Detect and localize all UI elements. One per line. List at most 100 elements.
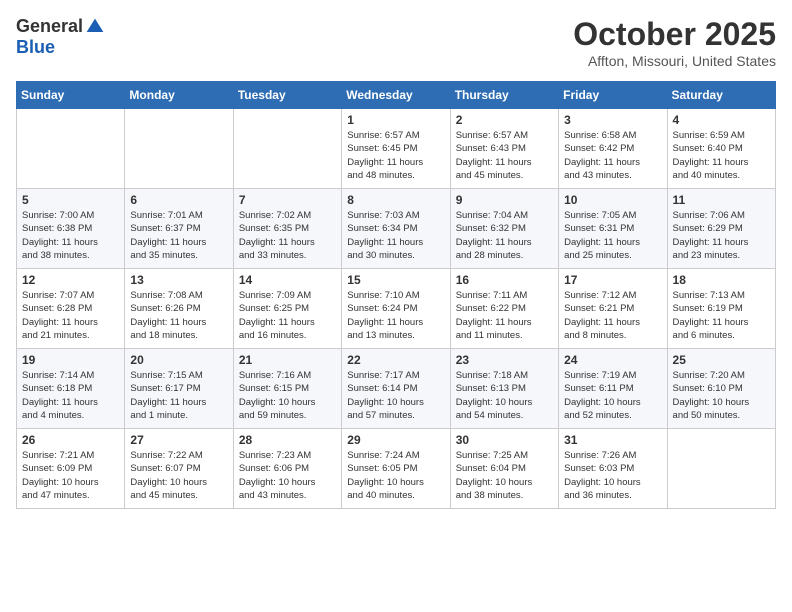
day-number: 17 bbox=[564, 273, 661, 287]
day-info: Sunrise: 7:10 AM Sunset: 6:24 PM Dayligh… bbox=[347, 289, 444, 342]
day-number: 1 bbox=[347, 113, 444, 127]
header-friday: Friday bbox=[559, 82, 667, 109]
table-row: 14 Sunrise: 7:09 AM Sunset: 6:25 PM Dayli… bbox=[233, 269, 341, 349]
day-number: 29 bbox=[347, 433, 444, 447]
day-number: 8 bbox=[347, 193, 444, 207]
day-number: 20 bbox=[130, 353, 227, 367]
month-title: October 2025 bbox=[573, 16, 776, 53]
table-row: 30 Sunrise: 7:25 AM Sunset: 6:04 PM Dayli… bbox=[450, 429, 558, 509]
calendar-week-4: 19Sunrise: 7:14 AM Sunset: 6:18 PM Dayli… bbox=[17, 349, 776, 429]
day-number: 28 bbox=[239, 433, 336, 447]
day-number: 31 bbox=[564, 433, 661, 447]
day-info: Sunrise: 7:04 AM Sunset: 6:32 PM Dayligh… bbox=[456, 209, 553, 262]
day-info: Sunrise: 7:01 AM Sunset: 6:37 PM Dayligh… bbox=[130, 209, 227, 262]
day-info: Sunrise: 7:09 AM Sunset: 6:25 PM Dayligh… bbox=[239, 289, 336, 342]
table-row: 1 Sunrise: 6:57 AM Sunset: 6:45 PM Daylig… bbox=[342, 109, 450, 189]
header-tuesday: Tuesday bbox=[233, 82, 341, 109]
table-row bbox=[125, 109, 233, 189]
day-number: 12 bbox=[22, 273, 119, 287]
calendar-week-3: 12 Sunrise: 7:07 AM Sunset: 6:28 PM Dayli… bbox=[17, 269, 776, 349]
day-info: Sunrise: 7:22 AM Sunset: 6:07 PM Dayligh… bbox=[130, 449, 227, 502]
table-row: 15 Sunrise: 7:10 AM Sunset: 6:24 PM Dayli… bbox=[342, 269, 450, 349]
day-info: Sunrise: 7:03 AM Sunset: 6:34 PM Dayligh… bbox=[347, 209, 444, 262]
day-number: 9 bbox=[456, 193, 553, 207]
header-wednesday: Wednesday bbox=[342, 82, 450, 109]
table-row: 16Sunrise: 7:11 AM Sunset: 6:22 PM Dayli… bbox=[450, 269, 558, 349]
day-info: Sunrise: 7:24 AM Sunset: 6:05 PM Dayligh… bbox=[347, 449, 444, 502]
table-row bbox=[667, 429, 775, 509]
day-number: 30 bbox=[456, 433, 553, 447]
day-number: 3 bbox=[564, 113, 661, 127]
table-row: 8 Sunrise: 7:03 AM Sunset: 6:34 PM Daylig… bbox=[342, 189, 450, 269]
day-number: 19 bbox=[22, 353, 119, 367]
day-number: 2 bbox=[456, 113, 553, 127]
day-info: Sunrise: 6:58 AM Sunset: 6:42 PM Dayligh… bbox=[564, 129, 661, 182]
day-info: Sunrise: 7:15 AM Sunset: 6:17 PM Dayligh… bbox=[130, 369, 227, 422]
logo-blue-text: Blue bbox=[16, 37, 55, 57]
logo: General Blue bbox=[16, 16, 105, 58]
day-info: Sunrise: 7:07 AM Sunset: 6:28 PM Dayligh… bbox=[22, 289, 119, 342]
title-block: October 2025 Affton, Missouri, United St… bbox=[573, 16, 776, 69]
table-row: 13 Sunrise: 7:08 AM Sunset: 6:26 PM Dayli… bbox=[125, 269, 233, 349]
day-info: Sunrise: 7:11 AM Sunset: 6:22 PM Dayligh… bbox=[456, 289, 553, 342]
day-number: 26 bbox=[22, 433, 119, 447]
table-row: 24Sunrise: 7:19 AM Sunset: 6:11 PM Dayli… bbox=[559, 349, 667, 429]
day-number: 13 bbox=[130, 273, 227, 287]
day-info: Sunrise: 7:00 AM Sunset: 6:38 PM Dayligh… bbox=[22, 209, 119, 262]
day-info: Sunrise: 7:23 AM Sunset: 6:06 PM Dayligh… bbox=[239, 449, 336, 502]
day-number: 14 bbox=[239, 273, 336, 287]
header-thursday: Thursday bbox=[450, 82, 558, 109]
calendar-header-row: SundayMondayTuesdayWednesdayThursdayFrid… bbox=[17, 82, 776, 109]
table-row: 18 Sunrise: 7:13 AM Sunset: 6:19 PM Dayli… bbox=[667, 269, 775, 349]
table-row: 4 Sunrise: 6:59 AM Sunset: 6:40 PM Daylig… bbox=[667, 109, 775, 189]
day-info: Sunrise: 6:57 AM Sunset: 6:43 PM Dayligh… bbox=[456, 129, 553, 182]
table-row: 26Sunrise: 7:21 AM Sunset: 6:09 PM Dayli… bbox=[17, 429, 125, 509]
table-row: 9 Sunrise: 7:04 AM Sunset: 6:32 PM Daylig… bbox=[450, 189, 558, 269]
day-number: 6 bbox=[130, 193, 227, 207]
day-info: Sunrise: 7:13 AM Sunset: 6:19 PM Dayligh… bbox=[673, 289, 770, 342]
table-row bbox=[17, 109, 125, 189]
day-info: Sunrise: 6:57 AM Sunset: 6:45 PM Dayligh… bbox=[347, 129, 444, 182]
day-info: Sunrise: 6:59 AM Sunset: 6:40 PM Dayligh… bbox=[673, 129, 770, 182]
day-number: 22 bbox=[347, 353, 444, 367]
day-number: 18 bbox=[673, 273, 770, 287]
logo-general-text: General bbox=[16, 16, 83, 37]
table-row: 31 Sunrise: 7:26 AM Sunset: 6:03 PM Dayli… bbox=[559, 429, 667, 509]
table-row: 25Sunrise: 7:20 AM Sunset: 6:10 PM Dayli… bbox=[667, 349, 775, 429]
logo-icon bbox=[85, 17, 105, 37]
day-info: Sunrise: 7:08 AM Sunset: 6:26 PM Dayligh… bbox=[130, 289, 227, 342]
header-saturday: Saturday bbox=[667, 82, 775, 109]
location-text: Affton, Missouri, United States bbox=[573, 53, 776, 69]
day-number: 4 bbox=[673, 113, 770, 127]
table-row bbox=[233, 109, 341, 189]
table-row: 6 Sunrise: 7:01 AM Sunset: 6:37 PM Daylig… bbox=[125, 189, 233, 269]
day-number: 11 bbox=[673, 193, 770, 207]
day-info: Sunrise: 7:18 AM Sunset: 6:13 PM Dayligh… bbox=[456, 369, 553, 422]
table-row: 27 Sunrise: 7:22 AM Sunset: 6:07 PM Dayli… bbox=[125, 429, 233, 509]
table-row: 23 Sunrise: 7:18 AM Sunset: 6:13 PM Dayli… bbox=[450, 349, 558, 429]
table-row: 11Sunrise: 7:06 AM Sunset: 6:29 PM Dayli… bbox=[667, 189, 775, 269]
table-row: 19Sunrise: 7:14 AM Sunset: 6:18 PM Dayli… bbox=[17, 349, 125, 429]
day-number: 23 bbox=[456, 353, 553, 367]
day-info: Sunrise: 7:26 AM Sunset: 6:03 PM Dayligh… bbox=[564, 449, 661, 502]
table-row: 21Sunrise: 7:16 AM Sunset: 6:15 PM Dayli… bbox=[233, 349, 341, 429]
table-row: 2 Sunrise: 6:57 AM Sunset: 6:43 PM Daylig… bbox=[450, 109, 558, 189]
table-row: 28 Sunrise: 7:23 AM Sunset: 6:06 PM Dayli… bbox=[233, 429, 341, 509]
table-row: 29 Sunrise: 7:24 AM Sunset: 6:05 PM Dayli… bbox=[342, 429, 450, 509]
day-number: 27 bbox=[130, 433, 227, 447]
day-info: Sunrise: 7:20 AM Sunset: 6:10 PM Dayligh… bbox=[673, 369, 770, 422]
day-info: Sunrise: 7:05 AM Sunset: 6:31 PM Dayligh… bbox=[564, 209, 661, 262]
page-header: General Blue October 2025 Affton, Missou… bbox=[16, 16, 776, 69]
day-number: 10 bbox=[564, 193, 661, 207]
day-number: 5 bbox=[22, 193, 119, 207]
table-row: 17Sunrise: 7:12 AM Sunset: 6:21 PM Dayli… bbox=[559, 269, 667, 349]
day-number: 15 bbox=[347, 273, 444, 287]
table-row: 3 Sunrise: 6:58 AM Sunset: 6:42 PM Daylig… bbox=[559, 109, 667, 189]
day-info: Sunrise: 7:16 AM Sunset: 6:15 PM Dayligh… bbox=[239, 369, 336, 422]
day-info: Sunrise: 7:25 AM Sunset: 6:04 PM Dayligh… bbox=[456, 449, 553, 502]
table-row: 22Sunrise: 7:17 AM Sunset: 6:14 PM Dayli… bbox=[342, 349, 450, 429]
day-number: 24 bbox=[564, 353, 661, 367]
header-monday: Monday bbox=[125, 82, 233, 109]
calendar-table: SundayMondayTuesdayWednesdayThursdayFrid… bbox=[16, 81, 776, 509]
header-sunday: Sunday bbox=[17, 82, 125, 109]
